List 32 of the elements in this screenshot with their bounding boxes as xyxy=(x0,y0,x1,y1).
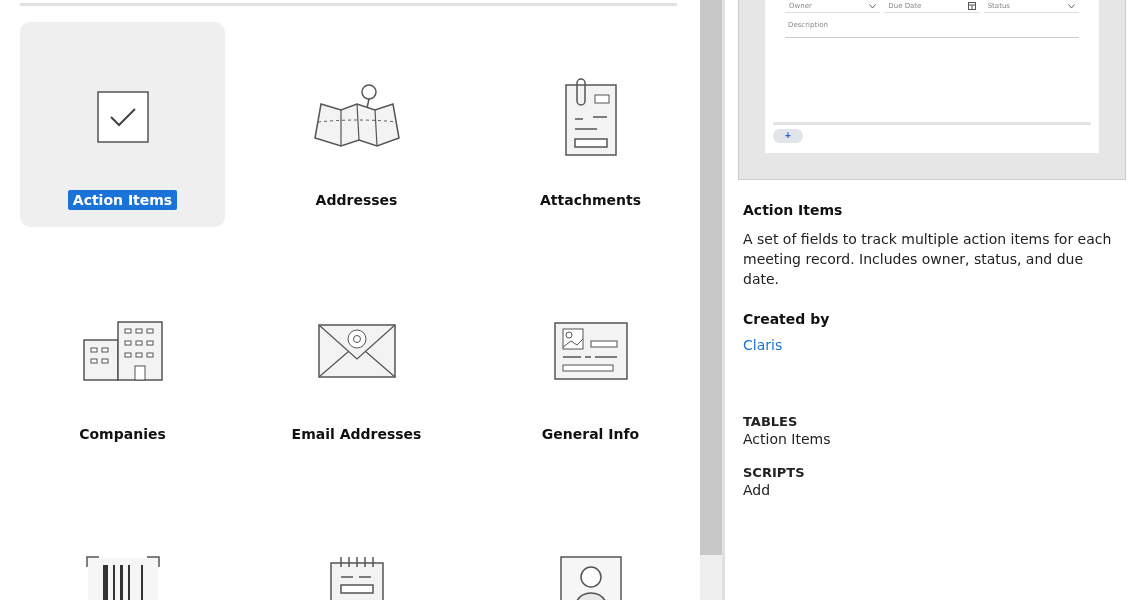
add-button[interactable]: + xyxy=(773,129,803,143)
addon-tile[interactable]: Action Items xyxy=(20,22,225,227)
creator-link[interactable]: Claris xyxy=(743,337,783,353)
section-heading: TABLES xyxy=(743,414,799,429)
checkbox-icon xyxy=(96,91,149,143)
chevron-down-icon xyxy=(869,3,877,9)
addon-label: Attachments xyxy=(539,191,642,210)
section-heading: SCRIPTS xyxy=(743,465,806,480)
id-card-icon xyxy=(552,321,629,381)
scrollbar-thumb[interactable] xyxy=(700,0,722,555)
addon-title: Action Items xyxy=(743,202,844,218)
addon-tile[interactable]: Companies xyxy=(20,256,225,461)
addon-tile[interactable]: Attachments xyxy=(488,22,693,227)
addon-label: Action Items xyxy=(67,190,178,210)
calendar-icon xyxy=(967,2,976,10)
addon-tile[interactable]: General Info xyxy=(488,256,693,461)
addon-label: General Info xyxy=(540,425,641,444)
addon-label: Email Addresses xyxy=(290,425,423,444)
office-buildings-icon xyxy=(81,320,164,382)
scrollbar-track[interactable] xyxy=(700,0,725,600)
map-pin-icon xyxy=(312,84,401,150)
section-value: Add xyxy=(743,482,772,498)
email-envelope-icon xyxy=(316,323,397,379)
addon-tile[interactable]: Email Addresses xyxy=(254,256,459,461)
created-by-label: Created by xyxy=(743,311,831,327)
clipped-document-icon xyxy=(562,77,619,157)
addon-description: A set of fields to track multiple action items for each meeting record. Includes owner, status, and due date. xyxy=(743,230,1113,289)
addon-label: Companies xyxy=(78,425,167,444)
chevron-down-icon xyxy=(1068,3,1075,9)
addon-tile[interactable]: Addresses xyxy=(254,22,459,227)
section-value: Action Items xyxy=(743,431,832,447)
addon-label: Addresses xyxy=(314,191,399,210)
